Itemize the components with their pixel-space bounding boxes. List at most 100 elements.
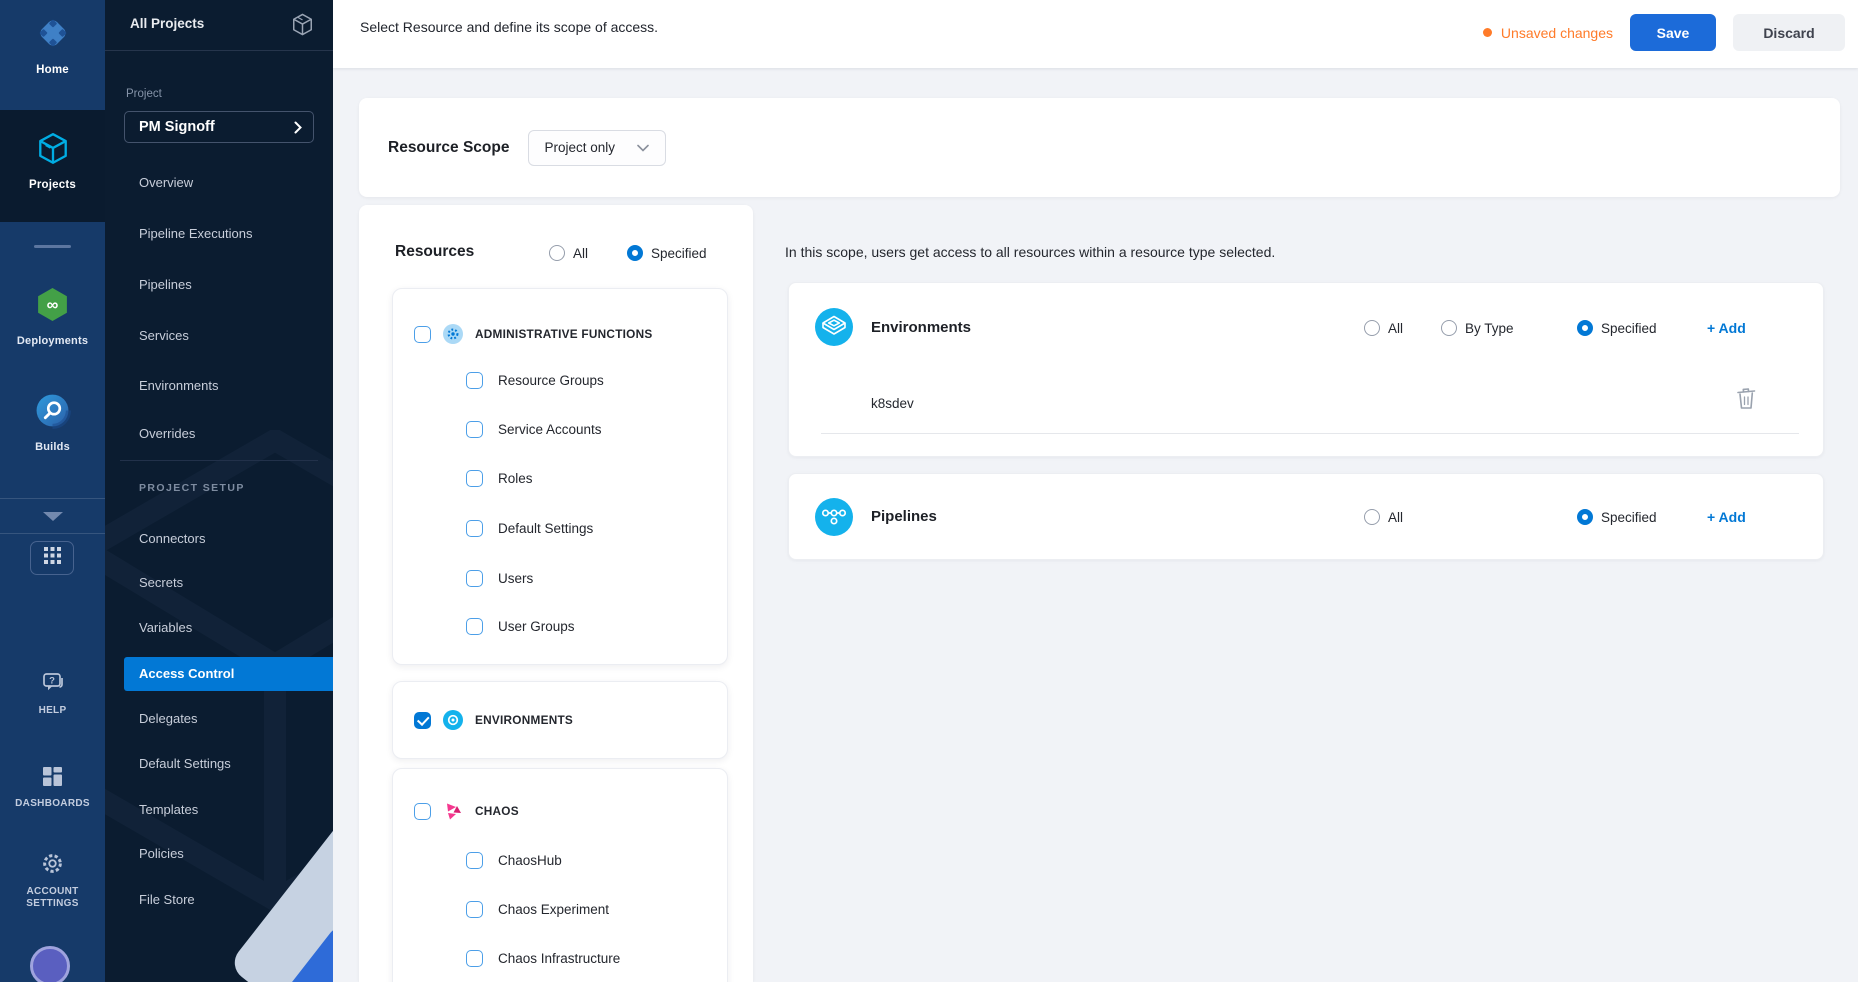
sidebar-item-overview[interactable]: Overview <box>139 169 193 197</box>
module-rail: Home Projects ∞ Deployments Builds ? HEL… <box>0 0 105 982</box>
pipelines-radio-specified[interactable]: Specified <box>1577 507 1657 527</box>
rail-label-home: Home <box>36 64 69 76</box>
rail-item-help[interactable]: ? HELP <box>0 670 105 717</box>
chevron-down-icon <box>43 512 63 521</box>
sidebar-item-policies[interactable]: Policies <box>139 840 184 868</box>
checkbox-user-groups[interactable] <box>466 618 483 635</box>
rail-item-deployments[interactable]: ∞ Deployments <box>0 286 105 347</box>
radio-icon <box>1577 509 1593 525</box>
avatar[interactable] <box>30 946 70 982</box>
rail-item-builds[interactable]: Builds <box>0 392 105 453</box>
rail-item-projects[interactable]: Projects <box>0 110 105 222</box>
save-button[interactable]: Save <box>1630 14 1716 51</box>
pipelines-add-button[interactable]: + Add <box>1707 507 1746 527</box>
resource-row: Users <box>466 564 533 592</box>
resources-radio-all[interactable]: All <box>549 245 588 261</box>
checkbox-default-settings[interactable] <box>466 520 483 537</box>
project-selector[interactable]: PM Signoff <box>124 111 314 143</box>
environments-radio-all[interactable]: All <box>1364 318 1403 338</box>
environments-radio-specified[interactable]: Specified <box>1577 318 1657 338</box>
radio-icon <box>549 245 565 261</box>
checkbox-environments[interactable] <box>414 712 431 729</box>
sidebar-item-default-settings[interactable]: Default Settings <box>139 750 231 778</box>
resource-row: Default Settings <box>466 514 593 542</box>
checkbox-service-accounts[interactable] <box>466 421 483 438</box>
chevron-right-icon <box>294 121 302 134</box>
project-label: Project <box>126 88 162 100</box>
project-setup-heading: PROJECT SETUP <box>139 482 245 494</box>
radio-icon <box>1441 320 1457 336</box>
environments-add-button[interactable]: + Add <box>1707 318 1746 338</box>
environments-dot-icon <box>443 710 463 730</box>
resource-scope-value: Project only <box>544 140 615 155</box>
checkbox-chaos-infrastructure[interactable] <box>466 950 483 967</box>
sidebar-item-connectors[interactable]: Connectors <box>139 525 205 553</box>
sidebar-item-delegates[interactable]: Delegates <box>139 705 198 733</box>
group-header-row: ADMINISTRATIVE FUNCTIONS <box>414 320 653 348</box>
radio-icon <box>1364 320 1380 336</box>
rail-item-account-settings[interactable]: ACCOUNT SETTINGS <box>0 852 105 910</box>
checkbox-roles[interactable] <box>466 470 483 487</box>
group-card-administrative-functions: ADMINISTRATIVE FUNCTIONS Resource Groups… <box>392 288 728 665</box>
group-card-chaos: CHAOS ChaosHub Chaos Experiment Chaos In… <box>392 768 728 982</box>
resource-row: Chaos Experiment <box>466 895 609 923</box>
sidebar-item-access-control[interactable]: Access Control <box>124 657 333 691</box>
admin-functions-icon <box>443 324 463 344</box>
resource-card-environments: Environments All By Type Specified + Add… <box>788 282 1824 457</box>
unsaved-dot-icon <box>1483 28 1492 37</box>
environments-radio-by-type[interactable]: By Type <box>1441 318 1514 338</box>
radio-icon <box>1364 509 1380 525</box>
builds-icon <box>34 392 71 434</box>
sidebar-item-environments[interactable]: Environments <box>139 372 218 400</box>
resource-row: User Groups <box>466 612 575 640</box>
checkbox-resource-groups[interactable] <box>466 372 483 389</box>
checkbox-chaos[interactable] <box>414 803 431 820</box>
all-projects-link[interactable]: All Projects <box>130 16 204 31</box>
resource-row: Chaos Infrastructure <box>466 944 620 972</box>
checkbox-users[interactable] <box>466 570 483 587</box>
cube-outline-icon[interactable] <box>292 13 313 41</box>
deployments-hexagon-icon: ∞ <box>34 286 71 328</box>
pipelines-radio-all[interactable]: All <box>1364 507 1403 527</box>
discard-button[interactable]: Discard <box>1733 14 1845 51</box>
sidebar-item-file-store[interactable]: File Store <box>139 886 195 914</box>
svg-text:∞: ∞ <box>47 296 59 314</box>
sidebar-item-pipeline-executions[interactable]: Pipeline Executions <box>139 220 252 248</box>
sidebar-item-services[interactable]: Services <box>139 322 189 350</box>
resource-scope-label: Resource Scope <box>388 139 509 157</box>
checkbox-chaoshub[interactable] <box>466 852 483 869</box>
resource-row: Resource Groups <box>466 366 604 394</box>
sidebar-divider <box>120 460 318 461</box>
sidebar-item-templates[interactable]: Templates <box>139 796 198 824</box>
harness-app: Home Projects ∞ Deployments Builds ? HEL… <box>0 0 1858 982</box>
environments-resource-icon <box>815 308 853 346</box>
page-title: Select Resource and define its scope of … <box>360 14 658 35</box>
pipelines-resource-icon <box>815 498 853 536</box>
trash-icon[interactable] <box>1734 385 1758 417</box>
project-name: PM Signoff <box>139 119 294 135</box>
rail-label-deployments: Deployments <box>17 335 88 347</box>
apps-grid-button[interactable] <box>30 541 74 575</box>
sidebar-item-variables[interactable]: Variables <box>139 614 192 642</box>
rail-label-projects: Projects <box>29 179 76 191</box>
rail-label-dashboards: DASHBOARDS <box>15 798 90 810</box>
sidebar-item-pipelines[interactable]: Pipelines <box>139 271 192 299</box>
resource-scope-card: Resource Scope Project only <box>359 98 1840 197</box>
rail-collapse-section[interactable] <box>0 498 105 534</box>
rail-item-dashboards[interactable]: DASHBOARDS <box>0 766 105 810</box>
sidebar-item-secrets[interactable]: Secrets <box>139 569 183 597</box>
card-divider <box>821 433 1799 434</box>
sidebar-item-overrides[interactable]: Overrides <box>139 420 195 448</box>
checkbox-administrative-functions[interactable] <box>414 326 431 343</box>
dashboards-grid-icon <box>42 766 63 792</box>
chevron-down-icon <box>637 139 649 157</box>
chaos-icon <box>443 801 463 821</box>
rail-item-home[interactable]: Home <box>0 14 105 76</box>
rail-label-account-settings: ACCOUNT SETTINGS <box>17 886 89 910</box>
resources-radio-specified[interactable]: Specified <box>627 245 707 261</box>
resource-scope-dropdown[interactable]: Project only <box>528 130 666 166</box>
sidebar-header: All Projects <box>105 0 333 51</box>
group-header-row: CHAOS <box>414 797 519 825</box>
resource-row: Roles <box>466 464 533 492</box>
checkbox-chaos-experiment[interactable] <box>466 901 483 918</box>
